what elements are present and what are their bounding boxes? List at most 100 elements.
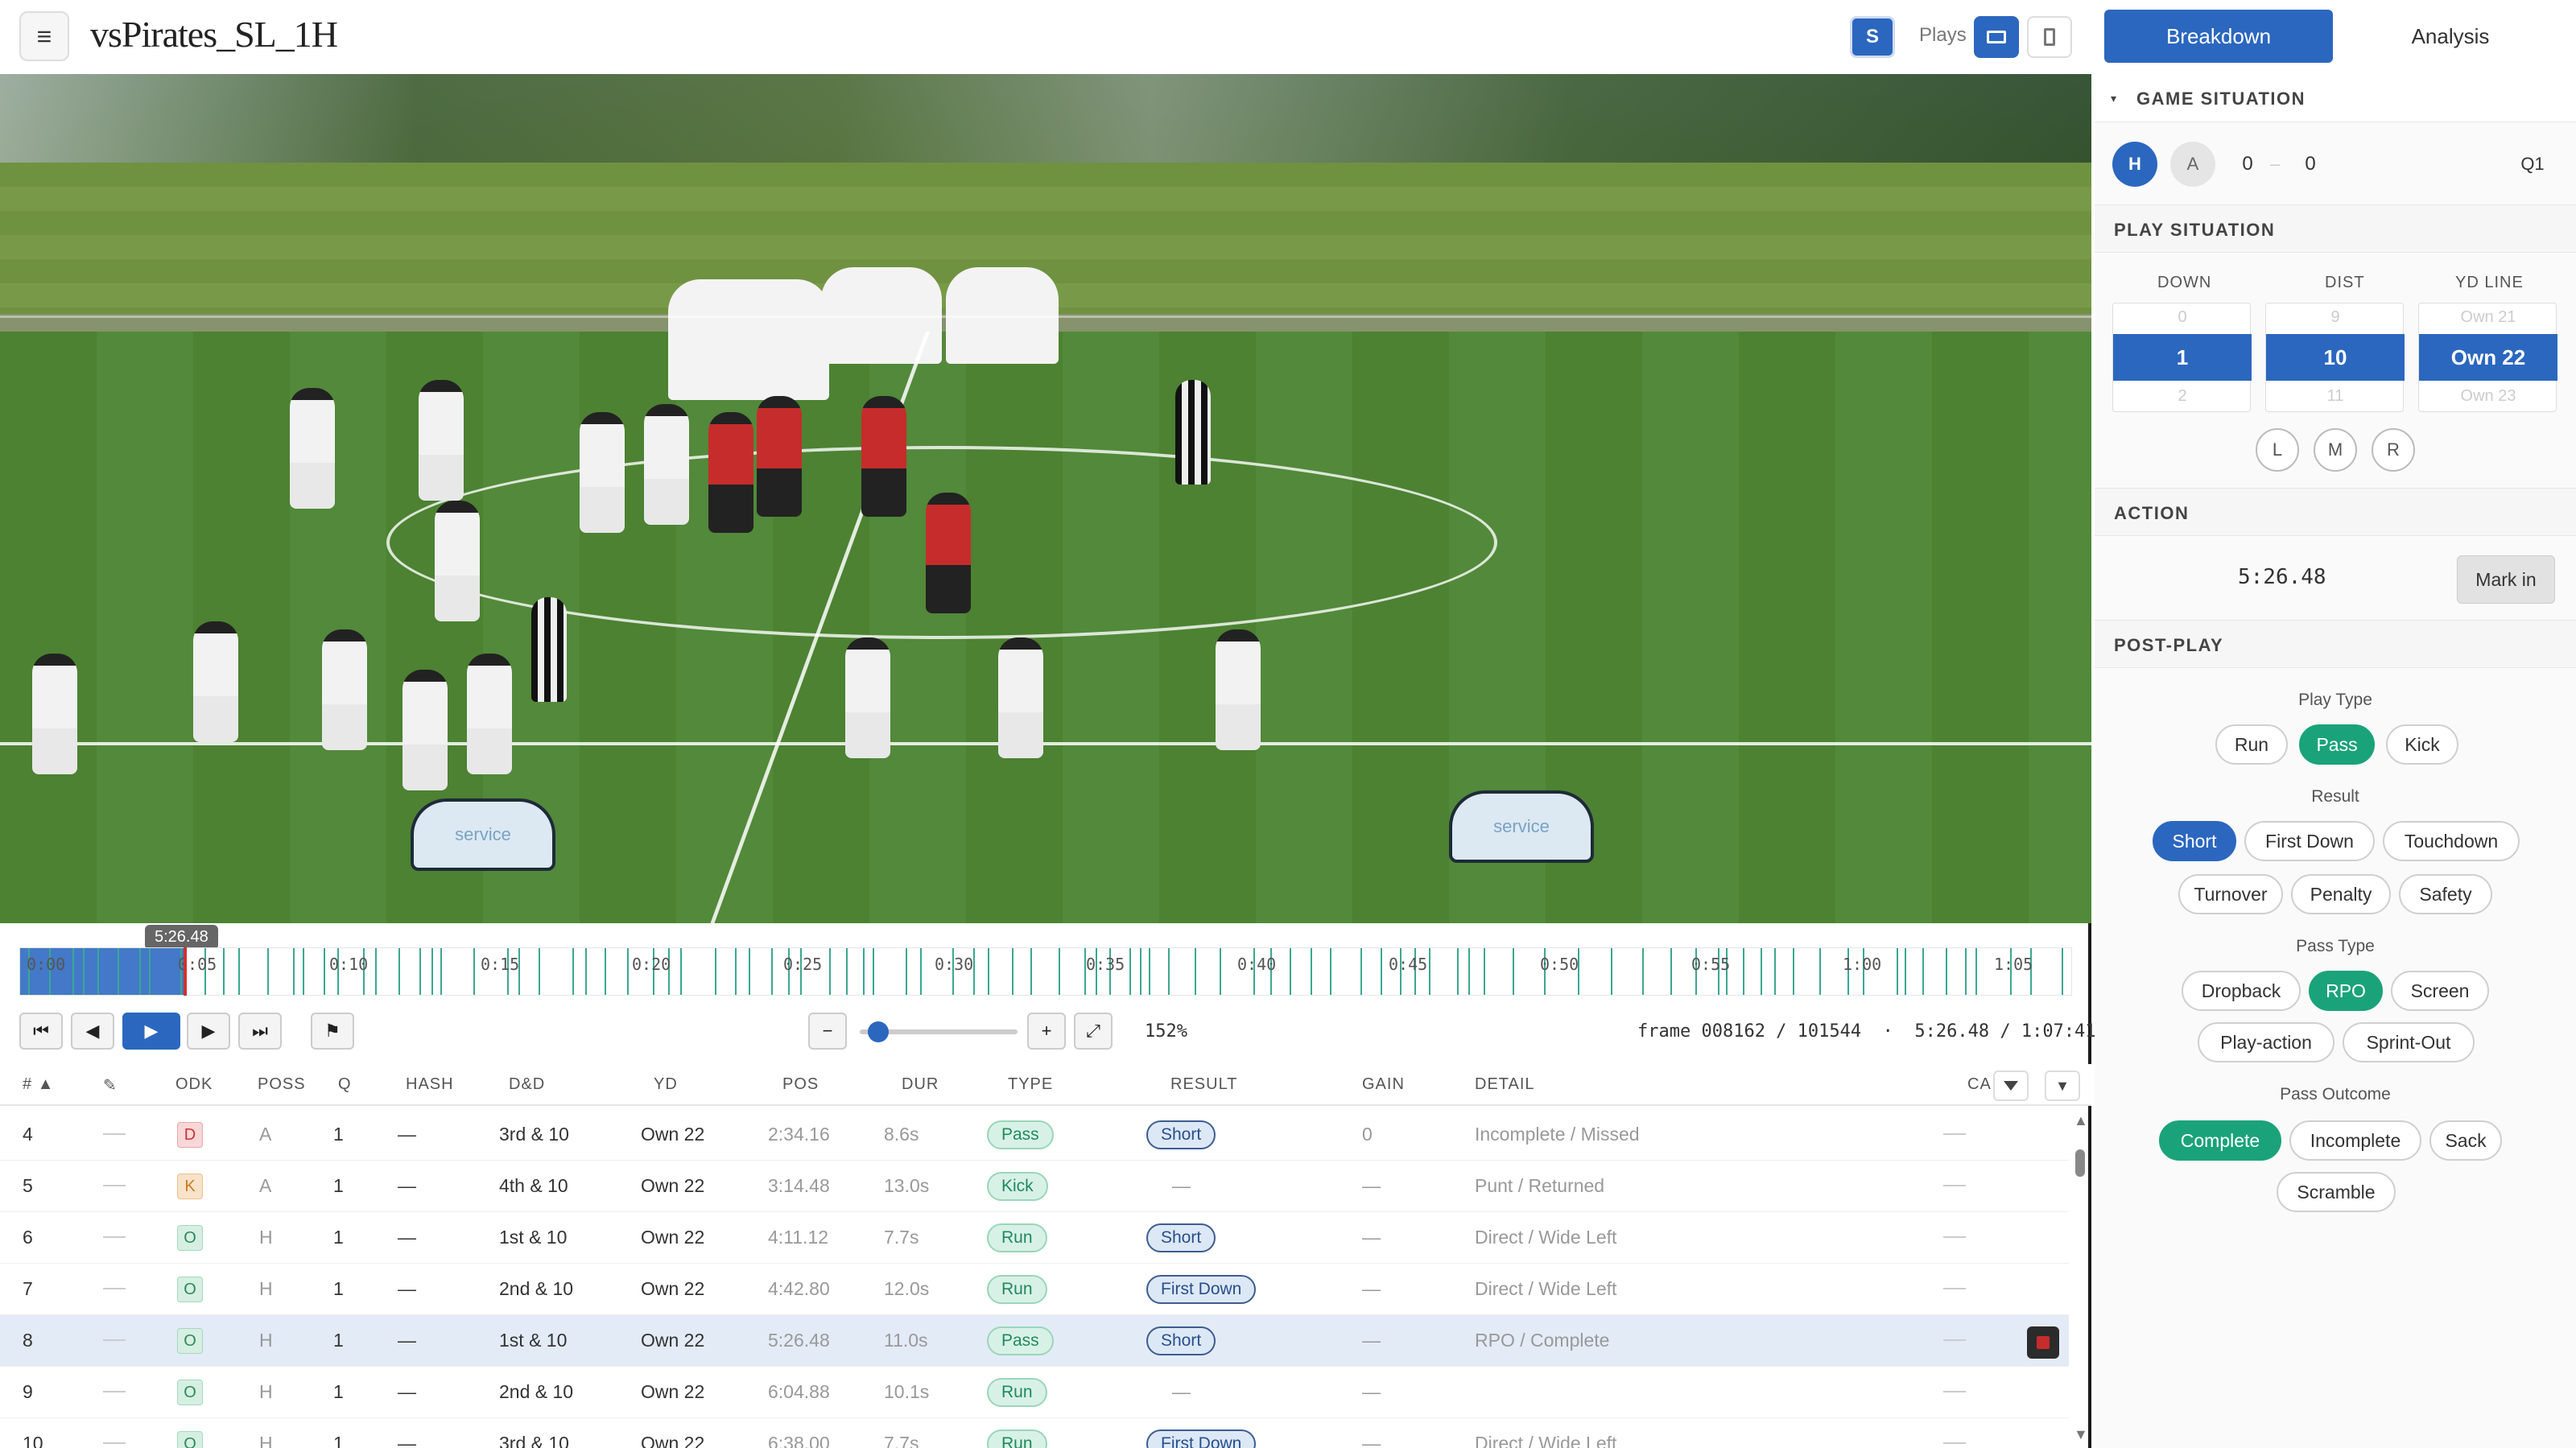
timeline-play-marker[interactable] (1149, 948, 1150, 995)
timeline-play-marker[interactable] (988, 948, 989, 995)
hash-middle-button[interactable]: M (2314, 428, 2357, 472)
timeline-play-marker[interactable] (1129, 948, 1131, 995)
play-type-kick[interactable]: Kick (2386, 724, 2458, 765)
play-type-run[interactable]: Run (2215, 724, 2288, 765)
col-detail[interactable]: DETAIL (1475, 1075, 1535, 1094)
result-short[interactable]: Short (2153, 821, 2236, 861)
timeline-play-marker[interactable] (1220, 948, 1221, 995)
column-menu-button[interactable]: ▼ (2045, 1071, 2080, 1101)
menu-button[interactable]: ≡ (19, 11, 69, 61)
timeline-play-marker[interactable] (1429, 948, 1430, 995)
ydline-prev[interactable]: Own 21 (2419, 308, 2557, 327)
play-button[interactable]: ▶ (122, 1013, 180, 1050)
play-type-pass[interactable]: Pass (2299, 724, 2375, 765)
timeline-play-marker[interactable] (1360, 948, 1362, 995)
timeline[interactable]: 5:26.48 0:00 0:05 0:10 0:15 0:20 0:25 0:30 0:35… (0, 923, 2091, 1004)
pass-type-play-action[interactable]: Play-action (2198, 1022, 2334, 1062)
timeline-play-marker[interactable] (2062, 948, 2063, 995)
col-pos[interactable]: POS (782, 1075, 819, 1094)
ydline-next[interactable]: Own 23 (2419, 387, 2557, 406)
timeline-play-marker[interactable] (1059, 948, 1060, 995)
timeline-play-marker[interactable] (680, 948, 682, 995)
timeline-play-marker[interactable] (1975, 948, 1977, 995)
quarter-selector[interactable]: Q1 (2508, 142, 2557, 187)
timeline-play-marker[interactable] (139, 948, 141, 995)
mark-in-button[interactable]: Mark in (2457, 555, 2555, 604)
timeline-play-marker[interactable] (920, 948, 922, 995)
timeline-play-marker[interactable] (1381, 948, 1382, 995)
timeline-play-marker[interactable] (83, 948, 85, 995)
timeline-play-marker[interactable] (829, 948, 831, 995)
table-row[interactable]: 8 O H 1 — 1st & 10 Own 22 5:26.48 11.0s Pass Short… (0, 1315, 2069, 1367)
timeline-play-marker[interactable] (846, 948, 848, 995)
tall-view-button[interactable] (2027, 16, 2072, 58)
pass-outcome-sack[interactable]: Sack (2429, 1120, 2502, 1161)
table-row[interactable]: 5 K A 1 — 4th & 10 Own 22 3:14.48 13.0s Kick — — Pun… (0, 1161, 2069, 1212)
timeline-play-marker[interactable] (906, 948, 907, 995)
hash-right-button[interactable]: R (2372, 428, 2415, 472)
col-ca[interactable]: CA (1967, 1075, 1992, 1094)
col-q[interactable]: Q (338, 1075, 352, 1094)
away-team-button[interactable]: A (2170, 142, 2215, 187)
pass-type-rpo[interactable]: RPO (2309, 971, 2383, 1011)
timeline-play-marker[interactable] (1140, 948, 1141, 995)
col-hash[interactable]: HASH (406, 1075, 454, 1094)
timeline-play-marker[interactable] (1168, 948, 1170, 995)
timeline-play-marker[interactable] (1670, 948, 1672, 995)
result-touchdown[interactable]: Touchdown (2383, 821, 2520, 861)
delete-play-button[interactable] (2027, 1326, 2059, 1359)
timeline-play-marker[interactable] (749, 948, 750, 995)
timeline-play-marker[interactable] (627, 948, 629, 995)
col-type[interactable]: TYPE (1008, 1075, 1053, 1094)
fit-button[interactable]: ⤢ (1074, 1013, 1113, 1050)
timeline-play-marker[interactable] (1484, 948, 1485, 995)
timeline-play-marker[interactable] (715, 948, 716, 995)
col-poss[interactable]: POSS (258, 1075, 306, 1094)
timeline-play-marker[interactable] (873, 948, 874, 995)
timeline-play-marker[interactable] (398, 948, 400, 995)
result-first-down[interactable]: First Down (2244, 821, 2375, 861)
ydline-spinner[interactable]: Own 21 Own 22 Own 23 (2418, 303, 2557, 412)
pass-outcome-incomplete[interactable]: Incomplete (2289, 1120, 2421, 1161)
col-dd[interactable]: D&D (509, 1075, 545, 1094)
timeline-play-marker[interactable] (1761, 948, 1762, 995)
scroll-down-icon[interactable]: ▼ (2074, 1426, 2088, 1443)
timeline-play-marker[interactable] (1513, 948, 1514, 995)
timeline-play-marker[interactable] (1457, 948, 1459, 995)
col-yd[interactable]: YD (654, 1075, 678, 1094)
timeline-play-marker[interactable] (431, 948, 433, 995)
timeline-play-marker[interactable] (1905, 948, 1906, 995)
scroll-up-icon[interactable]: ▲ (2074, 1112, 2088, 1129)
col-result[interactable]: RESULT (1170, 1075, 1237, 1094)
timeline-play-marker[interactable] (1311, 948, 1312, 995)
wide-view-button[interactable] (1974, 16, 2019, 58)
home-team-button[interactable]: H (2112, 142, 2157, 187)
timeline-play-marker[interactable] (1793, 948, 1794, 995)
skip-start-button[interactable]: ⏮ (19, 1013, 63, 1050)
timeline-play-marker[interactable] (223, 948, 225, 995)
timeline-playhead[interactable] (184, 947, 187, 996)
timeline-play-marker[interactable] (1012, 948, 1013, 995)
col-dur[interactable]: DUR (902, 1075, 939, 1094)
timeline-play-marker[interactable] (1468, 948, 1470, 995)
pass-type-screen[interactable]: Screen (2391, 971, 2489, 1011)
result-safety[interactable]: Safety (2399, 874, 2492, 914)
table-row[interactable]: 7 O H 1 — 2nd & 10 Own 22 4:42.80 12.0s Run First … (0, 1264, 2069, 1315)
zoom-in-button[interactable]: + (1027, 1013, 1066, 1050)
table-scrollbar[interactable]: ▲ ▼ (2069, 1109, 2090, 1448)
score-away[interactable]: 0 (2288, 142, 2333, 187)
timeline-play-marker[interactable] (605, 948, 606, 995)
hash-left-button[interactable]: L (2256, 428, 2299, 472)
table-row[interactable]: 9 O H 1 — 2nd & 10 Own 22 6:04.88 10.1s Run — — (0, 1367, 2069, 1418)
dist-prev[interactable]: 9 (2266, 308, 2405, 327)
timeline-play-marker[interactable] (1774, 948, 1776, 995)
timeline-play-marker[interactable] (585, 948, 587, 995)
timeline-play-marker[interactable] (1965, 948, 1967, 995)
timeline-play-marker[interactable] (149, 948, 151, 995)
scroll-thumb[interactable] (2075, 1149, 2085, 1177)
pass-type-sprint-out[interactable]: Sprint-Out (2343, 1022, 2475, 1062)
col-odk[interactable]: ODK (175, 1075, 213, 1094)
pass-type-dropback[interactable]: Dropback (2182, 971, 2301, 1011)
timeline-play-marker[interactable] (293, 948, 295, 995)
table-row[interactable]: 6 O H 1 — 1st & 10 Own 22 4:11.12 7.7s Run Short — D… (0, 1212, 2069, 1264)
